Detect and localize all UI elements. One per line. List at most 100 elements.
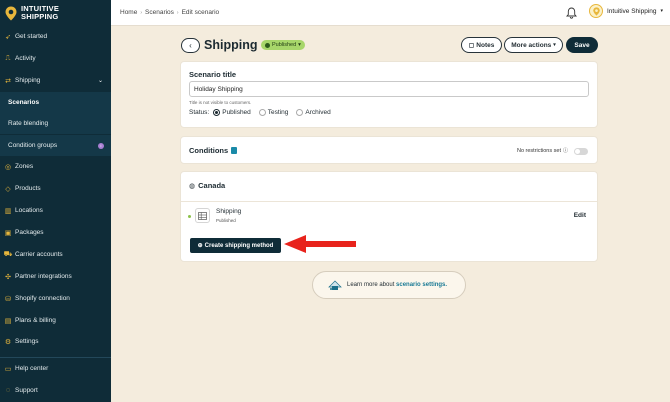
sidebar-item-label: Zones: [15, 163, 34, 170]
sidebar-item-shipping[interactable]: ⇄ Shipping ⌄: [0, 70, 111, 91]
sidebar-item-carrier-accounts[interactable]: ⛟ Carrier accounts: [0, 244, 111, 265]
conditions-header: Conditions: [189, 146, 238, 155]
shipping-method-row[interactable]: Shipping Published Edit: [181, 201, 597, 231]
scenario-title-heading: Scenario title: [189, 70, 237, 79]
sidebar-item-zones[interactable]: ◎ Zones: [0, 156, 111, 177]
sidebar-item-scenarios[interactable]: Scenarios: [0, 92, 111, 113]
status-option-label: Archived: [305, 109, 331, 116]
status-dot-icon: [265, 42, 270, 48]
method-name: Shipping: [216, 208, 242, 215]
gear-icon: ⚙: [4, 338, 12, 346]
scenario-title-input[interactable]: Holiday Shipping: [189, 81, 589, 97]
edit-method-link[interactable]: Edit: [574, 212, 586, 219]
breadcrumb-scenarios[interactable]: Scenarios: [145, 9, 174, 16]
scenario-settings-link[interactable]: scenario settings.: [396, 282, 447, 288]
brand-logo[interactable]: INTUITIVE SHIPPING: [0, 0, 111, 26]
learn-more-banner[interactable]: Learn more about scenario settings.: [312, 271, 466, 299]
sidebar-item-label: Packages: [15, 229, 44, 236]
book-icon[interactable]: [231, 147, 238, 154]
sidebar-item-plans-billing[interactable]: ▤ Plans & billing: [0, 310, 111, 331]
status-badge[interactable]: Published ▾: [261, 40, 305, 50]
sidebar-item-label: Rate blending: [8, 120, 49, 127]
breadcrumb-current: Edit scenario: [181, 9, 220, 16]
sidebar-item-label: Plans & billing: [15, 317, 56, 324]
table-icon: [195, 208, 210, 223]
method-status: Published: [216, 218, 236, 223]
scenario-card: Scenario title Holiday Shipping Title is…: [180, 61, 598, 128]
sidebar-item-condition-groups[interactable]: Condition groups i: [0, 135, 111, 156]
locations-icon: ▥: [4, 207, 12, 215]
radio-testing[interactable]: [258, 109, 266, 116]
status-option-testing[interactable]: Testing: [258, 109, 288, 116]
red-arrow-annotation: [284, 235, 356, 253]
radio-archived[interactable]: [296, 109, 304, 116]
notes-button[interactable]: ▢ Notes: [461, 37, 502, 53]
sidebar-item-label: Partner integrations: [15, 273, 72, 280]
status-label: Status:: [189, 109, 210, 116]
conditions-toggle[interactable]: [574, 148, 588, 155]
notes-icon: ▢: [468, 42, 475, 49]
status-option-published[interactable]: Published: [213, 109, 251, 116]
conditions-card: Conditions No restrictions set ⓘ: [180, 136, 598, 164]
breadcrumb-home[interactable]: Home: [120, 9, 137, 16]
back-button[interactable]: ‹: [181, 38, 200, 53]
pin-logo-icon: [592, 6, 600, 16]
learn-more-text: Learn more about scenario settings.: [347, 282, 447, 288]
learn-more-prefix: Learn more about: [347, 282, 395, 288]
sidebar-item-activity[interactable]: ⎍ Activity: [0, 48, 111, 69]
user-menu[interactable]: Intuitive Shipping ▾: [589, 4, 663, 18]
sidebar-item-label: Activity: [15, 55, 36, 62]
sidebar-item-help-center[interactable]: ▭ Help center: [0, 358, 111, 379]
sidebar-item-label: Scenarios: [8, 99, 40, 106]
top-bar: Home › Scenarios › Edit scenario Intuiti…: [111, 0, 670, 26]
more-actions-button[interactable]: More actions ▾: [504, 37, 563, 53]
sidebar-item-shopify-connection[interactable]: ⛁ Shopify connection: [0, 288, 111, 309]
sidebar-item-packages[interactable]: ▣ Packages: [0, 222, 111, 243]
brand-name: INTUITIVE SHIPPING: [21, 5, 59, 21]
sidebar-item-partner-integrations[interactable]: ✣ Partner integrations: [0, 266, 111, 287]
sidebar-item-get-started[interactable]: ➶ Get started: [0, 26, 111, 47]
carrier-icon: ⛟: [3, 251, 13, 258]
sidebar-item-products[interactable]: ◇ Products: [0, 178, 111, 199]
chevron-right-icon: ›: [140, 9, 143, 16]
status-option-label: Published: [222, 109, 251, 116]
globe-icon: ◍: [189, 182, 196, 190]
rocket-icon: ➶: [5, 33, 11, 41]
brand-line-2: SHIPPING: [21, 12, 59, 21]
chevron-left-icon: ‹: [189, 41, 192, 50]
conditions-title: Conditions: [189, 146, 229, 155]
sidebar-item-label: Get started: [15, 33, 48, 40]
restrictions-text: No restrictions set: [516, 147, 561, 154]
status-option-archived[interactable]: Archived: [296, 109, 331, 116]
sidebar-item-label: Shipping: [15, 77, 41, 84]
user-name: Intuitive Shipping: [607, 7, 657, 15]
products-icon: ◇: [5, 185, 11, 193]
create-shipping-method-button[interactable]: ⊕ Create shipping method: [190, 238, 281, 253]
sidebar-item-locations[interactable]: ▥ Locations: [0, 200, 111, 221]
status-badge-label: Published: [272, 42, 297, 48]
radio-published[interactable]: [213, 109, 221, 116]
avatar: [589, 4, 603, 18]
notes-label: Notes: [476, 41, 495, 49]
help-circle-icon[interactable]: ⓘ: [563, 147, 568, 154]
save-button[interactable]: Save: [566, 37, 598, 53]
sidebar-item-settings[interactable]: ⚙ Settings: [0, 331, 111, 352]
sidebar-item-label: Condition groups: [8, 142, 58, 149]
bell-icon[interactable]: [566, 7, 577, 19]
zone-title: Canada: [198, 181, 226, 190]
billing-icon: ▤: [4, 317, 12, 325]
sidebar-item-label: Locations: [15, 207, 43, 214]
page-title: Shipping: [204, 38, 258, 52]
sidebar-item-support[interactable]: ◌ Support: [0, 380, 111, 401]
sidebar-item-label: Shopify connection: [15, 295, 70, 302]
partner-icon: ✣: [5, 273, 11, 281]
scenario-title-help: Title is not visible to customers.: [189, 100, 252, 105]
sidebar-item-label: Products: [15, 185, 41, 192]
sidebar-item-label: Help center: [15, 365, 49, 372]
breadcrumb: Home › Scenarios › Edit scenario: [120, 9, 219, 16]
plus-circle-icon: ⊕: [197, 243, 203, 249]
sidebar-item-label: Carrier accounts: [15, 251, 63, 258]
sidebar-item-rate-blending[interactable]: Rate blending: [0, 113, 111, 134]
shipping-icon: ⇄: [5, 77, 11, 85]
more-actions-label: More actions: [511, 41, 552, 49]
